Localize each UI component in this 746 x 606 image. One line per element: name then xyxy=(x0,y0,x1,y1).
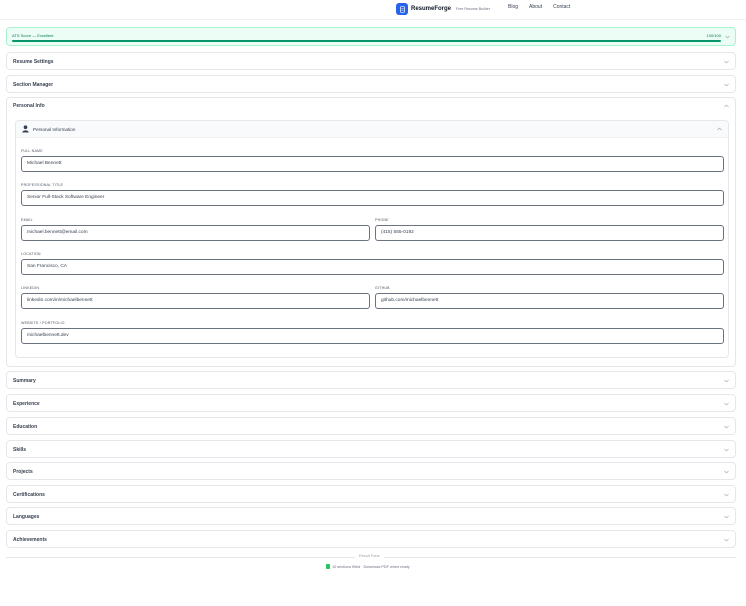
chevron-down-icon xyxy=(724,60,729,64)
section-skills[interactable]: Skills xyxy=(6,440,736,458)
professional-title-input[interactable]: Senior Full-Stack Software Engineer xyxy=(21,190,724,206)
personal-information-card: Personal Information FULL NAME Michael B… xyxy=(15,120,729,358)
personal-information-title: Personal Information xyxy=(33,127,76,132)
website-input[interactable]: michaelbennett.dev xyxy=(21,328,724,344)
chevron-down-icon xyxy=(724,448,729,452)
section-label: Projects xyxy=(13,469,33,475)
personal-information-header[interactable]: Personal Information xyxy=(16,121,728,138)
chevron-down-icon xyxy=(724,493,729,497)
chevron-down-icon xyxy=(725,35,730,39)
check-icon xyxy=(326,564,330,569)
section-label: Certifications xyxy=(13,492,45,498)
email-field[interactable]: michael.bennett@email.com xyxy=(21,225,370,241)
chevron-down-icon xyxy=(724,425,729,429)
footer-status: 10 sections filled · Download PDF when r… xyxy=(326,564,410,569)
chevron-down-icon xyxy=(724,470,729,474)
section-summary[interactable]: Summary xyxy=(6,371,736,389)
brand-tagline: Free Resume Builder xyxy=(456,7,490,11)
linkedin-input[interactable]: linkedin.com/in/michaelbennett xyxy=(21,293,370,309)
document-icon xyxy=(396,3,408,15)
ats-score-panel[interactable]: ATS Score — Excellent 100/100 xyxy=(6,27,736,46)
brand[interactable]: ResumeForge Free Resume Builder xyxy=(396,3,490,15)
location-label: LOCATION xyxy=(21,252,41,256)
section-certifications[interactable]: Certifications xyxy=(6,485,736,503)
chevron-down-icon xyxy=(724,515,729,519)
section-label: Languages xyxy=(13,514,40,520)
ats-progress-bar xyxy=(12,40,721,42)
nav-link-about[interactable]: About xyxy=(529,4,542,10)
professional-title-label: PROFESSIONAL TITLE xyxy=(21,183,64,187)
chevron-down-icon xyxy=(724,379,729,383)
section-education[interactable]: Education xyxy=(6,417,736,435)
full-name-label: FULL NAME xyxy=(21,149,43,153)
github-input[interactable]: github.com/michaelbennett xyxy=(375,293,724,309)
top-nav: ResumeForge Free Resume Builder Blog Abo… xyxy=(0,0,746,20)
nav-links: Blog About Contact xyxy=(508,4,570,10)
ats-score-label: ATS Score — Excellent xyxy=(12,33,54,38)
section-resume-settings[interactable]: Resume Settings xyxy=(6,52,736,70)
phone-field[interactable]: (415) 555-0192 xyxy=(375,225,724,241)
phone-label: PHONE xyxy=(375,218,389,222)
full-name-input[interactable]: Michael Bennett xyxy=(21,156,724,172)
section-projects[interactable]: Projects xyxy=(6,462,736,480)
section-label: Section Manager xyxy=(13,82,54,88)
chevron-down-icon xyxy=(724,83,729,87)
section-label: Resume Settings xyxy=(13,59,54,65)
chevron-up-icon[interactable] xyxy=(724,104,729,108)
ats-score-value: 100/100 xyxy=(706,33,721,38)
chevron-down-icon xyxy=(724,538,729,542)
nav-link-blog[interactable]: Blog xyxy=(508,4,518,10)
location-input[interactable]: San Francisco, CA xyxy=(21,259,724,275)
section-achievements[interactable]: Achievements xyxy=(6,530,736,548)
section-label: Education xyxy=(13,424,38,430)
section-label: Summary xyxy=(13,378,36,384)
section-label: Achievements xyxy=(13,537,47,543)
section-label[interactable]: Personal Info xyxy=(13,103,45,109)
user-icon xyxy=(22,125,29,133)
nav-link-contact[interactable]: Contact xyxy=(553,4,570,10)
chevron-down-icon xyxy=(724,402,729,406)
ats-progress-fill xyxy=(12,40,721,42)
brand-name: ResumeForge xyxy=(411,6,452,12)
section-label: Experience xyxy=(13,401,40,407)
footer-badge: Result Pane xyxy=(355,554,384,558)
website-label: WEBSITE / PORTFOLIO xyxy=(21,321,65,325)
section-label: Skills xyxy=(13,447,27,453)
chevron-up-icon xyxy=(717,127,722,131)
github-label: GITHUB xyxy=(375,286,390,290)
footer-status-text: 10 sections filled · Download PDF when r… xyxy=(332,564,410,569)
section-personal-info: Personal Info Personal Information FULL … xyxy=(6,97,736,367)
section-section-manager[interactable]: Section Manager xyxy=(6,75,736,93)
section-experience[interactable]: Experience xyxy=(6,394,736,412)
section-languages[interactable]: Languages xyxy=(6,507,736,525)
linkedin-label: LINKEDIN xyxy=(21,286,40,290)
email-label: EMAIL xyxy=(21,218,33,222)
